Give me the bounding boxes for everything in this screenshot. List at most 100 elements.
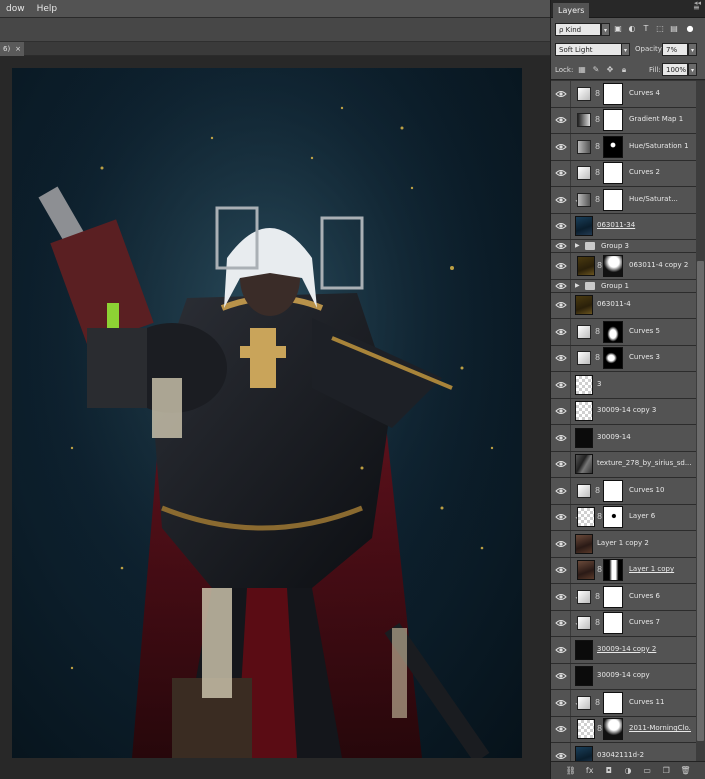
visibility-eye-icon[interactable]	[555, 646, 567, 654]
layer-name[interactable]: 063011-34	[597, 221, 691, 229]
layer-name[interactable]: 30009-14 copy 2	[597, 645, 691, 653]
layer-row[interactable]: 8 Curves 2	[551, 160, 705, 187]
visibility-eye-icon[interactable]	[555, 328, 567, 336]
visibility-eye-icon[interactable]	[555, 566, 567, 574]
layer-name[interactable]: texture_278_by_sirius_sd...	[597, 459, 691, 467]
layer-name[interactable]: Layer 1 copy	[629, 565, 691, 573]
visibility-eye-icon[interactable]	[555, 282, 567, 290]
visibility-eye-icon[interactable]	[555, 354, 567, 362]
layer-list[interactable]: 8 Curves 4 8 Gradient Map 1 8 Hue/Saturation …	[551, 81, 705, 761]
visibility-eye-icon[interactable]	[555, 487, 567, 495]
chain-link-icon[interactable]: 8	[595, 142, 601, 152]
layer-thumbnail[interactable]	[575, 639, 593, 660]
layer-list-scrollbar[interactable]	[696, 81, 705, 761]
layer-thumbnail[interactable]	[577, 507, 595, 528]
chain-link-icon[interactable]: 8	[595, 353, 601, 363]
layer-name[interactable]: 30009-14 copy 3	[597, 406, 691, 414]
chevron-down-icon[interactable]: ▾	[601, 23, 610, 36]
expand-arrow-icon[interactable]: ▶	[575, 282, 580, 289]
layer-row[interactable]: 8 2011-MorningClo...	[551, 716, 705, 743]
visibility-eye-icon[interactable]	[555, 381, 567, 389]
layer-row[interactable]: ↓Layer 1 copy 2	[551, 531, 705, 558]
curves-adjustment-icon[interactable]	[577, 616, 591, 631]
layer-name[interactable]: 30009-14 copy	[597, 671, 691, 679]
layer-row[interactable]: 8 063011-4 copy 2	[551, 253, 705, 280]
layer-name[interactable]: Curves 4	[629, 89, 691, 97]
layer-row[interactable]: 8 Curves 4	[551, 81, 705, 108]
type-filter-icon[interactable]: T	[641, 24, 651, 34]
layer-row[interactable]: ↓8Curves 6	[551, 584, 705, 611]
visibility-eye-icon[interactable]	[555, 619, 567, 627]
grad-adjustment-icon[interactable]	[577, 113, 591, 128]
visibility-eye-icon[interactable]	[555, 143, 567, 151]
chain-link-icon[interactable]: 8	[595, 168, 601, 178]
chain-link-icon[interactable]: 8	[595, 698, 601, 708]
visibility-eye-icon[interactable]	[555, 242, 567, 250]
expand-arrow-icon[interactable]: ▶	[575, 242, 580, 249]
layer-name[interactable]: 063011-4 copy 2	[629, 261, 691, 269]
opacity-input[interactable]: 7%	[662, 43, 688, 56]
visibility-eye-icon[interactable]	[555, 752, 567, 760]
lock-move-icon[interactable]: ✥	[605, 65, 615, 75]
close-tab-icon[interactable]: ×	[15, 45, 21, 53]
visibility-eye-icon[interactable]	[555, 434, 567, 442]
layer-group-row[interactable]: ▶ Group 3	[551, 240, 705, 253]
layer-row[interactable]: 30009-14 copy 2	[551, 637, 705, 664]
layer-mask-thumbnail[interactable]	[603, 479, 623, 502]
curves-adjustment-icon[interactable]	[577, 166, 591, 181]
layer-mask-thumbnail[interactable]	[603, 585, 623, 608]
layer-row[interactable]: texture_278_by_sirius_sd...	[551, 451, 705, 478]
layer-thumbnail[interactable]	[575, 454, 593, 475]
visibility-eye-icon[interactable]	[555, 672, 567, 680]
layer-thumbnail[interactable]	[575, 533, 593, 554]
layer-row[interactable]: 063011-4	[551, 292, 705, 319]
visibility-eye-icon[interactable]	[555, 407, 567, 415]
scrollbar-thumb[interactable]	[697, 261, 704, 741]
chain-link-icon[interactable]: 8	[595, 89, 601, 99]
layer-row[interactable]: 8 Hue/Saturation 1	[551, 134, 705, 161]
layer-name[interactable]: 30009-14	[597, 433, 691, 441]
layer-thumbnail[interactable]	[575, 666, 593, 687]
chain-link-icon[interactable]: 8	[595, 618, 601, 628]
layer-name[interactable]: Curves 3	[629, 353, 691, 361]
layer-row[interactable]: 8 Curves 5	[551, 319, 705, 346]
hue-adjustment-icon[interactable]	[577, 139, 591, 154]
layer-mask-thumbnail[interactable]	[603, 188, 623, 211]
layer-group-row[interactable]: ▶ Group 1	[551, 279, 705, 293]
layer-thumbnail[interactable]	[577, 719, 595, 740]
visibility-eye-icon[interactable]	[555, 540, 567, 548]
layer-thumbnail[interactable]	[577, 255, 595, 276]
layer-row[interactable]: 30009-14 copy	[551, 663, 705, 690]
visibility-eye-icon[interactable]	[555, 593, 567, 601]
blend-mode-select[interactable]: Soft Light	[555, 43, 629, 56]
visibility-eye-icon[interactable]	[555, 699, 567, 707]
smart-object-filter-icon[interactable]: ▤	[669, 24, 679, 34]
curves-adjustment-icon[interactable]	[577, 695, 591, 710]
layer-name[interactable]: 03042111d-2	[597, 751, 691, 759]
panel-menu-icon[interactable]: ≡	[693, 4, 701, 12]
trash-icon[interactable]: 🗑︎	[680, 766, 690, 775]
layer-name[interactable]: Group 3	[601, 242, 629, 250]
layer-name[interactable]: Curves 7	[629, 618, 691, 626]
fx-icon[interactable]: fx	[585, 766, 595, 775]
layer-mask-thumbnail[interactable]	[603, 612, 623, 635]
layer-name[interactable]: Layer 6	[629, 512, 691, 520]
layer-mask-thumbnail[interactable]	[603, 135, 623, 158]
layer-thumbnail[interactable]	[575, 745, 593, 761]
layer-row[interactable]: 8 Curves 10	[551, 478, 705, 505]
new-layer-icon[interactable]: ❐	[661, 766, 671, 775]
visibility-eye-icon[interactable]	[555, 116, 567, 124]
lock-transparent-icon[interactable]: ▦	[577, 65, 587, 75]
layer-row[interactable]: 30009-14 copy 3	[551, 398, 705, 425]
menu-help[interactable]: Help	[31, 4, 64, 14]
layer-name[interactable]: 3	[597, 380, 691, 388]
layer-mask-thumbnail[interactable]	[603, 559, 623, 582]
filter-kind-select[interactable]: ρ Kind	[555, 23, 601, 36]
layer-mask-thumbnail[interactable]	[603, 347, 623, 370]
pixel-filter-icon[interactable]: ▣	[613, 24, 623, 34]
layer-row[interactable]: 8 Layer 1 copy	[551, 557, 705, 584]
layer-name[interactable]: Group 1	[601, 282, 629, 290]
layer-name[interactable]: Gradient Map 1	[629, 115, 691, 123]
visibility-eye-icon[interactable]	[555, 460, 567, 468]
layer-row[interactable]: 063011-34	[551, 213, 705, 240]
